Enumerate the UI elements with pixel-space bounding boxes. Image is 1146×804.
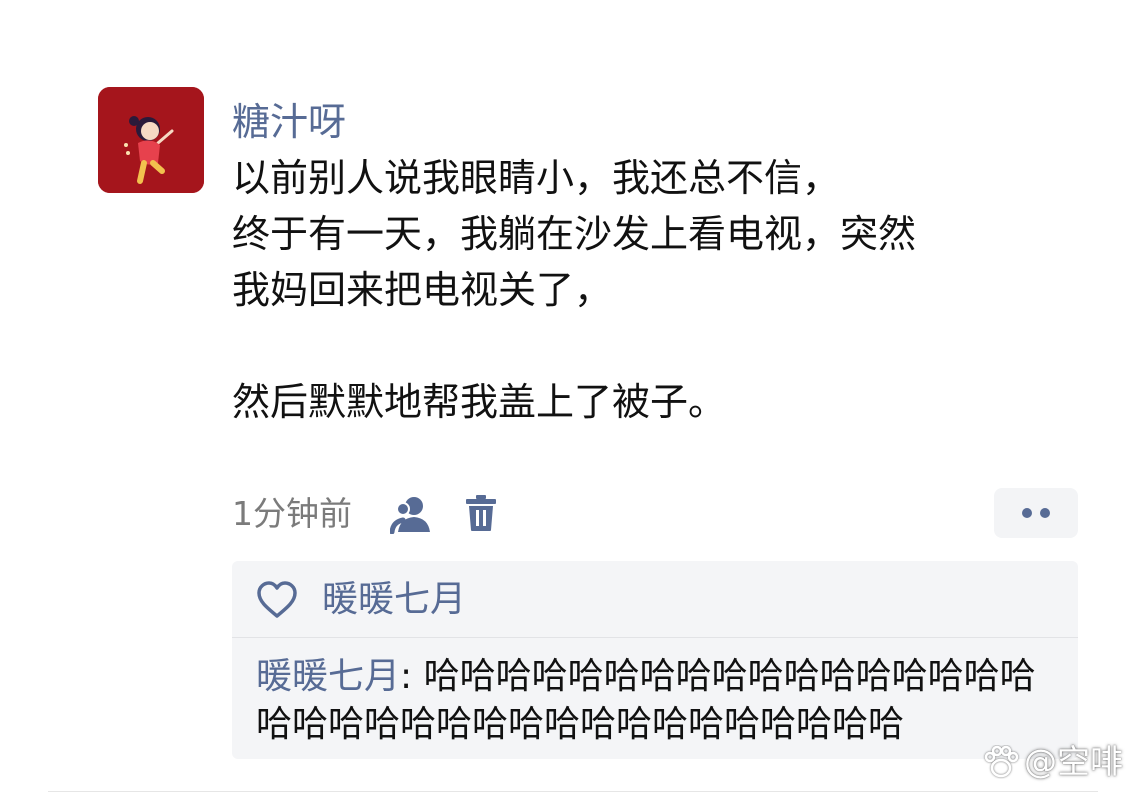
divider (48, 791, 1098, 792)
more-dots-icon[interactable] (994, 488, 1078, 538)
comment-author[interactable]: 暖暖七月 (256, 656, 400, 697)
post-content: 糖汁呀 以前别人说我眼睛小，我还总不信， 终于有一天，我躺在沙发上看电视，突然 … (232, 96, 1112, 430)
avatar-girl-illustration (98, 87, 204, 193)
comment-separator: : (400, 656, 424, 697)
heart-outline-icon (256, 581, 298, 619)
avatar[interactable] (98, 87, 204, 193)
moments-post: 糖汁呀 以前别人说我眼睛小，我还总不信， 终于有一天，我躺在沙发上看电视，突然 … (0, 0, 1146, 804)
post-username[interactable]: 糖汁呀 (232, 96, 1112, 148)
paw-logo-icon (984, 745, 1019, 778)
likes-comments-panel: 暖暖七月 暖暖七月: 哈哈哈哈哈哈哈哈哈哈哈哈哈哈哈哈哈哈哈哈哈哈哈哈哈哈哈哈哈… (232, 561, 1078, 759)
like-user-name[interactable]: 暖暖七月 (322, 575, 466, 625)
more-dot (1040, 508, 1050, 518)
people-icon[interactable] (389, 494, 434, 535)
comment-item[interactable]: 暖暖七月: 哈哈哈哈哈哈哈哈哈哈哈哈哈哈哈哈哈哈哈哈哈哈哈哈哈哈哈哈哈哈哈哈哈哈… (256, 653, 1056, 749)
post-text: 以前别人说我眼睛小，我还总不信， 终于有一天，我躺在沙发上看电视，突然 我妈回来… (232, 156, 917, 424)
watermark-text: @空啡 (1024, 742, 1123, 781)
post-meta-bar: 1分钟前 (232, 488, 1078, 540)
watermark: @空啡 (982, 740, 1123, 784)
more-dot (1022, 508, 1032, 518)
likes-row: 暖暖七月 (232, 561, 1078, 638)
post-time: 1分钟前 (232, 494, 352, 533)
trash-icon[interactable] (465, 494, 497, 532)
